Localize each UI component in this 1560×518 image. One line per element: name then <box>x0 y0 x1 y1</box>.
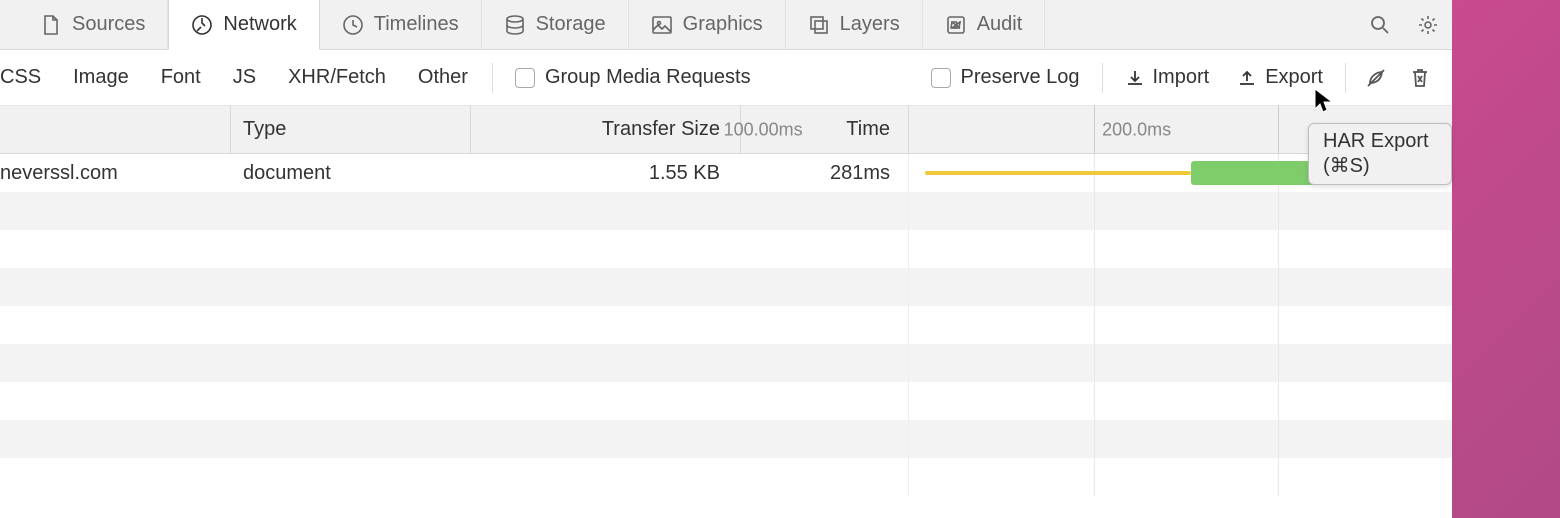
tab-network[interactable]: Network <box>168 0 319 50</box>
filter-label: Font <box>161 66 201 89</box>
disable-cache-button[interactable] <box>1354 50 1398 105</box>
checkbox-label: Preserve Log <box>961 66 1080 89</box>
checkbox-icon <box>931 68 951 88</box>
tab-layers[interactable]: Layers <box>786 0 923 49</box>
group-media-checkbox[interactable]: Group Media Requests <box>501 66 765 89</box>
database-icon <box>504 14 526 36</box>
table-row <box>0 344 1452 382</box>
tab-label: Layers <box>840 13 900 36</box>
filter-image[interactable]: Image <box>57 50 145 105</box>
table-row[interactable]: neverssl.com document 1.55 KB 281ms <box>0 154 1452 192</box>
tab-label: Sources <box>72 13 145 36</box>
button-label: Export <box>1265 66 1323 89</box>
column-name[interactable] <box>0 106 230 153</box>
tab-label: Audit <box>977 13 1023 36</box>
separator <box>1345 63 1346 93</box>
filter-font[interactable]: Font <box>145 50 217 105</box>
filter-label: JS <box>233 66 256 89</box>
table-row <box>0 268 1452 306</box>
table-row <box>0 382 1452 420</box>
search-icon <box>1370 15 1390 35</box>
waterfall-wait-bar <box>925 171 1191 175</box>
trash-icon <box>1410 67 1430 89</box>
column-transfer-size[interactable]: Transfer Size <box>470 106 740 153</box>
cell-type: document <box>230 162 470 185</box>
table-row <box>0 230 1452 268</box>
download-icon <box>1125 68 1145 88</box>
tab-timelines[interactable]: Timelines <box>320 0 482 49</box>
table-header: Type Transfer Size Time 100.00ms 200.0ms <box>0 106 1452 154</box>
table-row <box>0 458 1452 496</box>
export-tooltip: HAR Export (⌘S) <box>1308 123 1452 185</box>
tab-bar: Sources Network Timelines Storage Graphi… <box>0 0 1452 50</box>
import-button[interactable]: Import <box>1111 50 1224 105</box>
column-label: Type <box>243 118 286 141</box>
image-icon <box>651 14 673 36</box>
cell-name: neverssl.com <box>0 162 230 185</box>
cell-value: 281ms <box>830 162 890 185</box>
tab-label: Timelines <box>374 13 459 36</box>
filter-js[interactable]: JS <box>217 50 272 105</box>
tab-graphics[interactable]: Graphics <box>629 0 786 49</box>
request-list: neverssl.com document 1.55 KB 281ms <box>0 154 1452 496</box>
filter-other[interactable]: Other <box>402 50 484 105</box>
table-row <box>0 192 1452 230</box>
document-icon <box>40 14 62 36</box>
preserve-log-checkbox[interactable]: Preserve Log <box>917 66 1094 89</box>
timeline-tick-label: 100.00ms <box>724 119 1076 140</box>
cell-value: document <box>243 162 331 184</box>
column-label: Transfer Size <box>602 118 720 141</box>
filter-label: Image <box>73 66 129 89</box>
tab-label: Storage <box>536 13 606 36</box>
settings-button[interactable] <box>1404 0 1452 49</box>
filter-xhr-fetch[interactable]: XHR/Fetch <box>272 50 402 105</box>
upload-icon <box>1237 68 1257 88</box>
column-type[interactable]: Type <box>230 106 470 153</box>
tab-label: Graphics <box>683 13 763 36</box>
layers-icon <box>808 14 830 36</box>
button-label: Import <box>1153 66 1210 89</box>
cell-value: 1.55 KB <box>649 162 720 185</box>
timeline-tick-label: 200.0ms <box>1102 119 1270 140</box>
cell-size: 1.55 KB <box>470 162 740 185</box>
export-button[interactable]: Export <box>1223 50 1337 105</box>
tab-label: Network <box>223 13 296 36</box>
timeline-tick <box>1278 106 1279 153</box>
clear-button[interactable] <box>1398 50 1442 105</box>
checkbox-icon <box>515 68 535 88</box>
tab-sources[interactable]: Sources <box>0 0 168 49</box>
timeline-tick <box>1094 106 1095 153</box>
cell-value: neverssl.com <box>0 162 118 184</box>
table-row <box>0 306 1452 344</box>
cell-time: 281ms <box>740 162 908 185</box>
tab-audit[interactable]: Audit <box>923 0 1046 49</box>
tab-storage[interactable]: Storage <box>482 0 629 49</box>
filter-label: XHR/Fetch <box>288 66 386 89</box>
separator <box>1102 63 1103 93</box>
separator <box>492 63 493 93</box>
table-row <box>0 420 1452 458</box>
tooltip-text: HAR Export (⌘S) <box>1323 130 1429 177</box>
checkbox-label: Group Media Requests <box>545 66 751 89</box>
search-button[interactable] <box>1356 0 1404 49</box>
network-icon <box>191 14 213 36</box>
clock-icon <box>342 14 364 36</box>
filter-css[interactable]: CSS <box>0 50 57 105</box>
filter-label: Other <box>418 66 468 89</box>
desktop-background <box>1452 0 1560 518</box>
leaf-slash-icon <box>1365 67 1387 89</box>
gear-icon <box>1417 14 1439 36</box>
devtools-panel: Sources Network Timelines Storage Graphi… <box>0 0 1452 518</box>
filter-label: CSS <box>0 66 41 89</box>
network-toolbar: CSS Image Font JS XHR/Fetch Other Group … <box>0 50 1452 106</box>
audit-icon <box>945 14 967 36</box>
